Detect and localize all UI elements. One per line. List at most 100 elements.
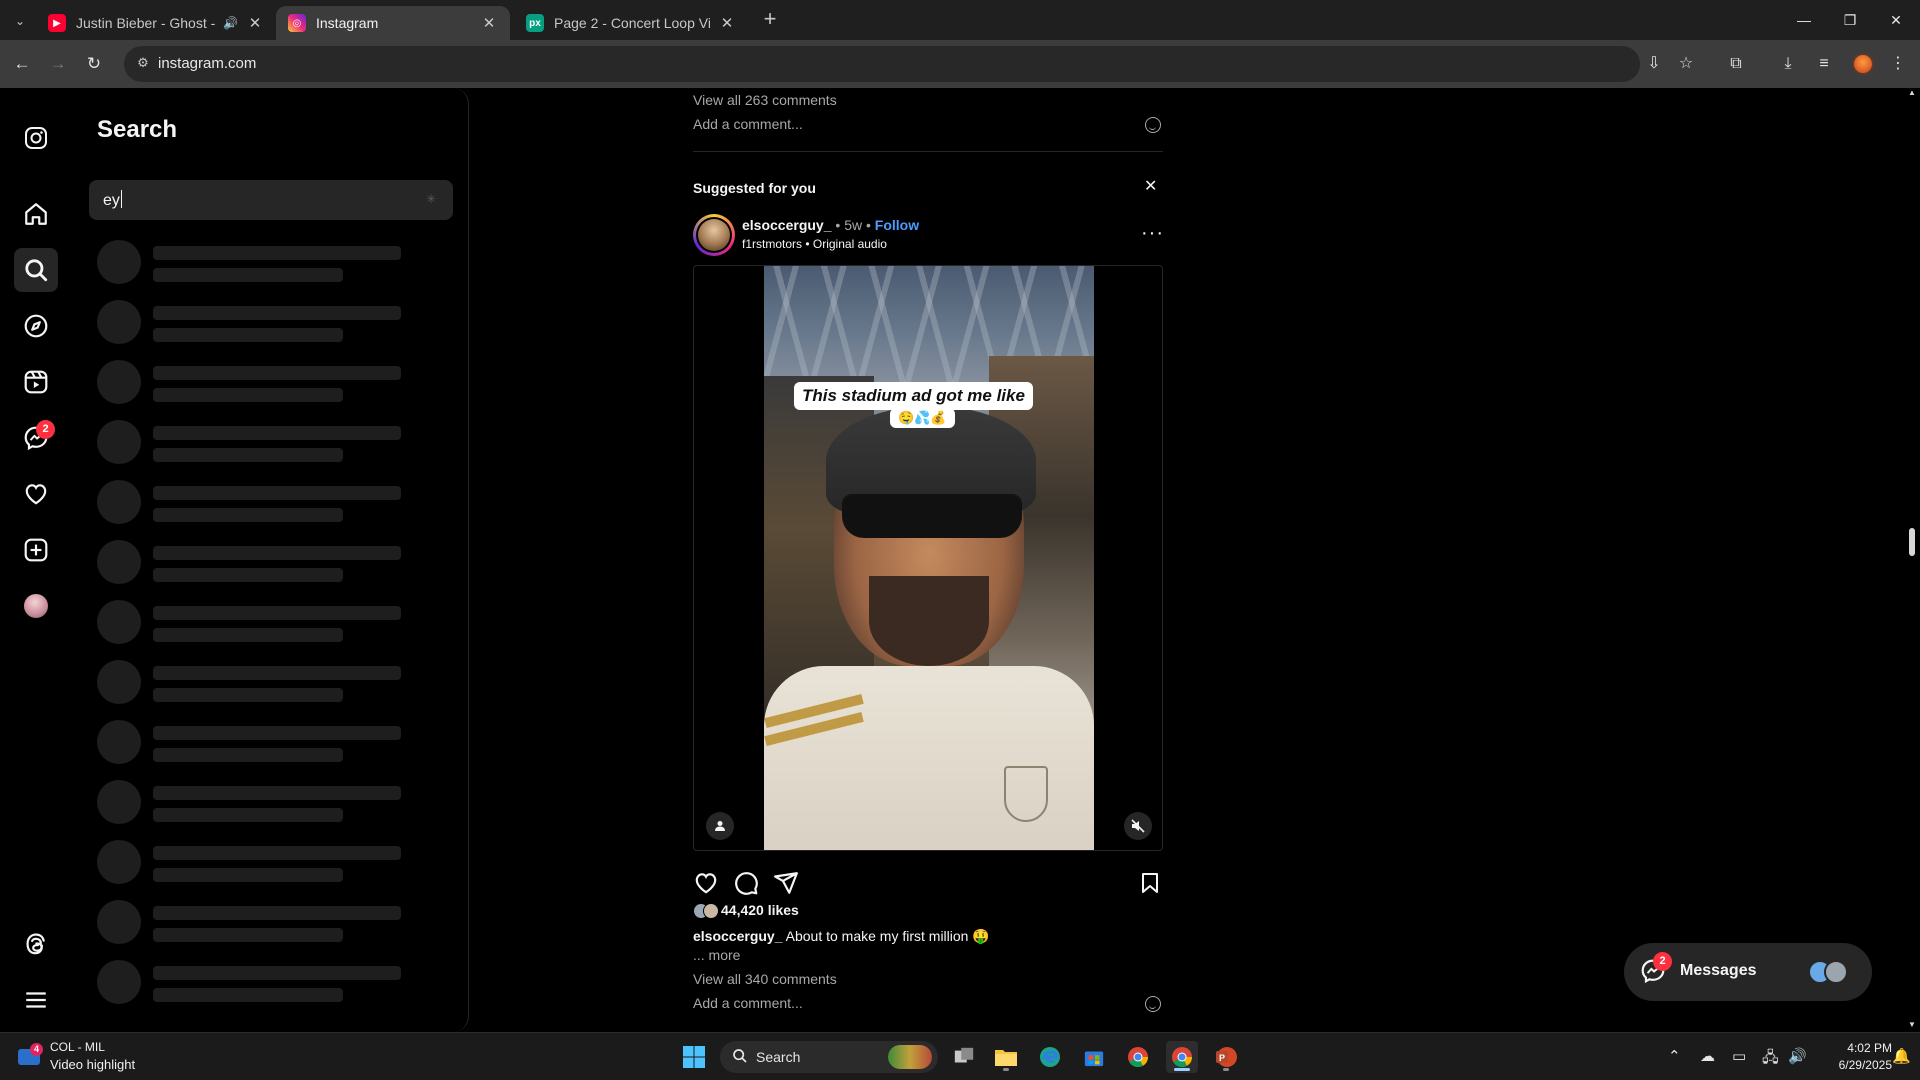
weather-widget-icon[interactable]: 4 (16, 1043, 44, 1069)
clock-date[interactable]: 6/29/2025 (1822, 1058, 1892, 1072)
caption-username[interactable]: elsoccerguy_ (693, 928, 783, 944)
post-author-avatar[interactable] (693, 214, 735, 256)
speaker-icon[interactable]: 🔊 (223, 16, 238, 30)
post-time[interactable]: 5w (844, 217, 862, 233)
extensions-icon[interactable]: ⧉ (1724, 52, 1748, 76)
chrome-icon[interactable] (1122, 1041, 1154, 1073)
widget-title[interactable]: COL - MIL (50, 1040, 105, 1054)
close-tab-icon[interactable]: ✕ (718, 14, 736, 32)
create-post-icon[interactable] (20, 534, 52, 566)
threads-icon[interactable] (20, 928, 52, 960)
search-panel: Search ey ✳ (72, 88, 469, 1032)
close-tab-icon[interactable]: ✕ (246, 14, 264, 32)
dismiss-suggestion-icon[interactable]: ✕ (1144, 176, 1157, 196)
save-bookmark-icon[interactable] (1137, 870, 1163, 896)
address-bar[interactable]: ⚙ instagram.com ⇩ ☆ (124, 46, 1693, 82)
messages-badge: 2 (36, 420, 55, 439)
emoji-icon[interactable] (1145, 996, 1161, 1012)
home-icon[interactable] (20, 198, 52, 230)
minimize-button[interactable]: — (1792, 8, 1816, 32)
downloads-icon[interactable]: ⤓ (1776, 52, 1800, 76)
chrome-active-icon[interactable] (1166, 1041, 1198, 1073)
close-tab-icon[interactable]: ✕ (480, 14, 498, 32)
browser-toolbar: ← → ↻ ⚙ instagram.com ⇩ ☆ ⧉ ⤓ ≡ ⋮ (0, 40, 1920, 88)
post-media[interactable]: This stadium ad got me like 🤤💦💰 (693, 265, 1163, 851)
edge-icon[interactable] (1034, 1041, 1066, 1073)
post-username[interactable]: elsoccerguy_ (742, 217, 832, 233)
tab-pexels[interactable]: px Page 2 - Concert Loop Videos: I ✕ (514, 6, 748, 40)
tray-overflow-icon[interactable]: ⌃ (1668, 1047, 1681, 1065)
onedrive-icon[interactable]: ☁ (1700, 1047, 1715, 1065)
messages-pill-button[interactable]: 2 Messages (1624, 943, 1872, 1001)
file-explorer-icon[interactable] (990, 1041, 1022, 1073)
close-window-button[interactable]: ✕ (1884, 8, 1908, 32)
powerpoint-icon[interactable]: P (1210, 1041, 1242, 1073)
mute-icon[interactable] (1124, 812, 1152, 840)
scrollbar-thumb[interactable] (1909, 528, 1915, 556)
back-button[interactable]: ← (10, 52, 34, 76)
post-divider (693, 151, 1163, 152)
clock-time[interactable]: 4:02 PM (1822, 1041, 1892, 1055)
widget-subtitle[interactable]: Video highlight (50, 1057, 135, 1072)
skeleton-result (97, 240, 437, 288)
skeleton-result (97, 840, 437, 888)
taskbar-search[interactable]: Search (720, 1041, 938, 1073)
display-icon[interactable]: ▭ (1732, 1047, 1746, 1065)
follow-button[interactable]: Follow (875, 217, 919, 233)
bookmark-star-icon[interactable]: ☆ (1674, 52, 1698, 76)
profile-avatar[interactable] (1852, 53, 1874, 75)
messages-pill-label: Messages (1680, 962, 1757, 979)
tagged-people-icon[interactable] (706, 812, 734, 840)
notifications-bell-icon[interactable]: 🔔 (1892, 1047, 1911, 1065)
reload-button[interactable]: ↻ (82, 52, 106, 76)
liked-by-avatars (693, 903, 721, 919)
skeleton-result (97, 720, 437, 768)
more-menu-icon[interactable] (20, 984, 52, 1016)
post-audio[interactable]: f1rstmotors • Original audio (742, 237, 887, 251)
caption-more-link[interactable]: ... more (693, 947, 740, 963)
start-button[interactable] (678, 1041, 710, 1073)
chrome-menu-icon[interactable]: ⋮ (1886, 52, 1910, 76)
forward-button[interactable]: → (46, 52, 70, 76)
new-tab-button[interactable]: + (758, 8, 782, 32)
add-comment-field[interactable]: Add a comment... (693, 116, 803, 132)
post-options-icon[interactable]: ··· (1141, 222, 1164, 245)
volume-icon[interactable]: 🔊 (1788, 1047, 1807, 1065)
share-icon[interactable] (773, 870, 799, 896)
url-text: instagram.com (158, 55, 257, 72)
view-all-comments-link[interactable]: View all 263 comments (693, 92, 837, 108)
site-info-icon[interactable]: ⚙ (134, 55, 152, 73)
reels-icon[interactable] (20, 366, 52, 398)
install-app-icon[interactable]: ⇩ (1642, 52, 1666, 76)
instagram-logo-icon[interactable] (20, 122, 52, 154)
tab-instagram[interactable]: ◎ Instagram ✕ (276, 6, 510, 40)
add-comment-field[interactable]: Add a comment... (693, 995, 803, 1011)
search-input[interactable]: ey (103, 190, 403, 210)
view-all-comments-link[interactable]: View all 340 comments (693, 971, 837, 987)
search-field[interactable]: ey ✳ (89, 180, 453, 220)
notifications-heart-icon[interactable] (20, 478, 52, 510)
tab-youtube[interactable]: ▶ Justin Bieber - Ghost - YouT 🔊 ✕ (36, 6, 276, 40)
tab-search-menu-button[interactable]: ⌄ (8, 9, 32, 33)
network-icon[interactable]: 🖧 (1762, 1047, 1779, 1072)
loading-spinner-icon: ✳ (425, 192, 437, 206)
instagram-icon-rail: 2 (0, 88, 72, 1032)
like-heart-icon[interactable] (693, 870, 719, 896)
microsoft-store-icon[interactable] (1078, 1041, 1110, 1073)
page-scrollbar[interactable]: ▲ ▼ (1904, 88, 1920, 1032)
explore-icon[interactable] (20, 310, 52, 342)
comment-icon[interactable] (733, 870, 759, 896)
emoji-icon[interactable] (1145, 117, 1161, 133)
task-view-icon[interactable] (948, 1041, 980, 1073)
svg-text:P: P (1219, 1053, 1225, 1063)
profile-avatar[interactable] (20, 590, 52, 622)
tab-title: Page 2 - Concert Loop Videos: I (554, 15, 710, 31)
skeleton-result (97, 960, 437, 1008)
media-controls-icon[interactable]: ≡ (1812, 52, 1836, 76)
restore-button[interactable]: ❐ (1838, 8, 1862, 32)
search-icon[interactable] (14, 248, 58, 292)
skeleton-result (97, 780, 437, 828)
tab-title: Justin Bieber - Ghost - YouT (76, 15, 217, 31)
contact-avatar (1824, 960, 1848, 984)
likes-count[interactable]: 44,420 likes (721, 902, 799, 918)
